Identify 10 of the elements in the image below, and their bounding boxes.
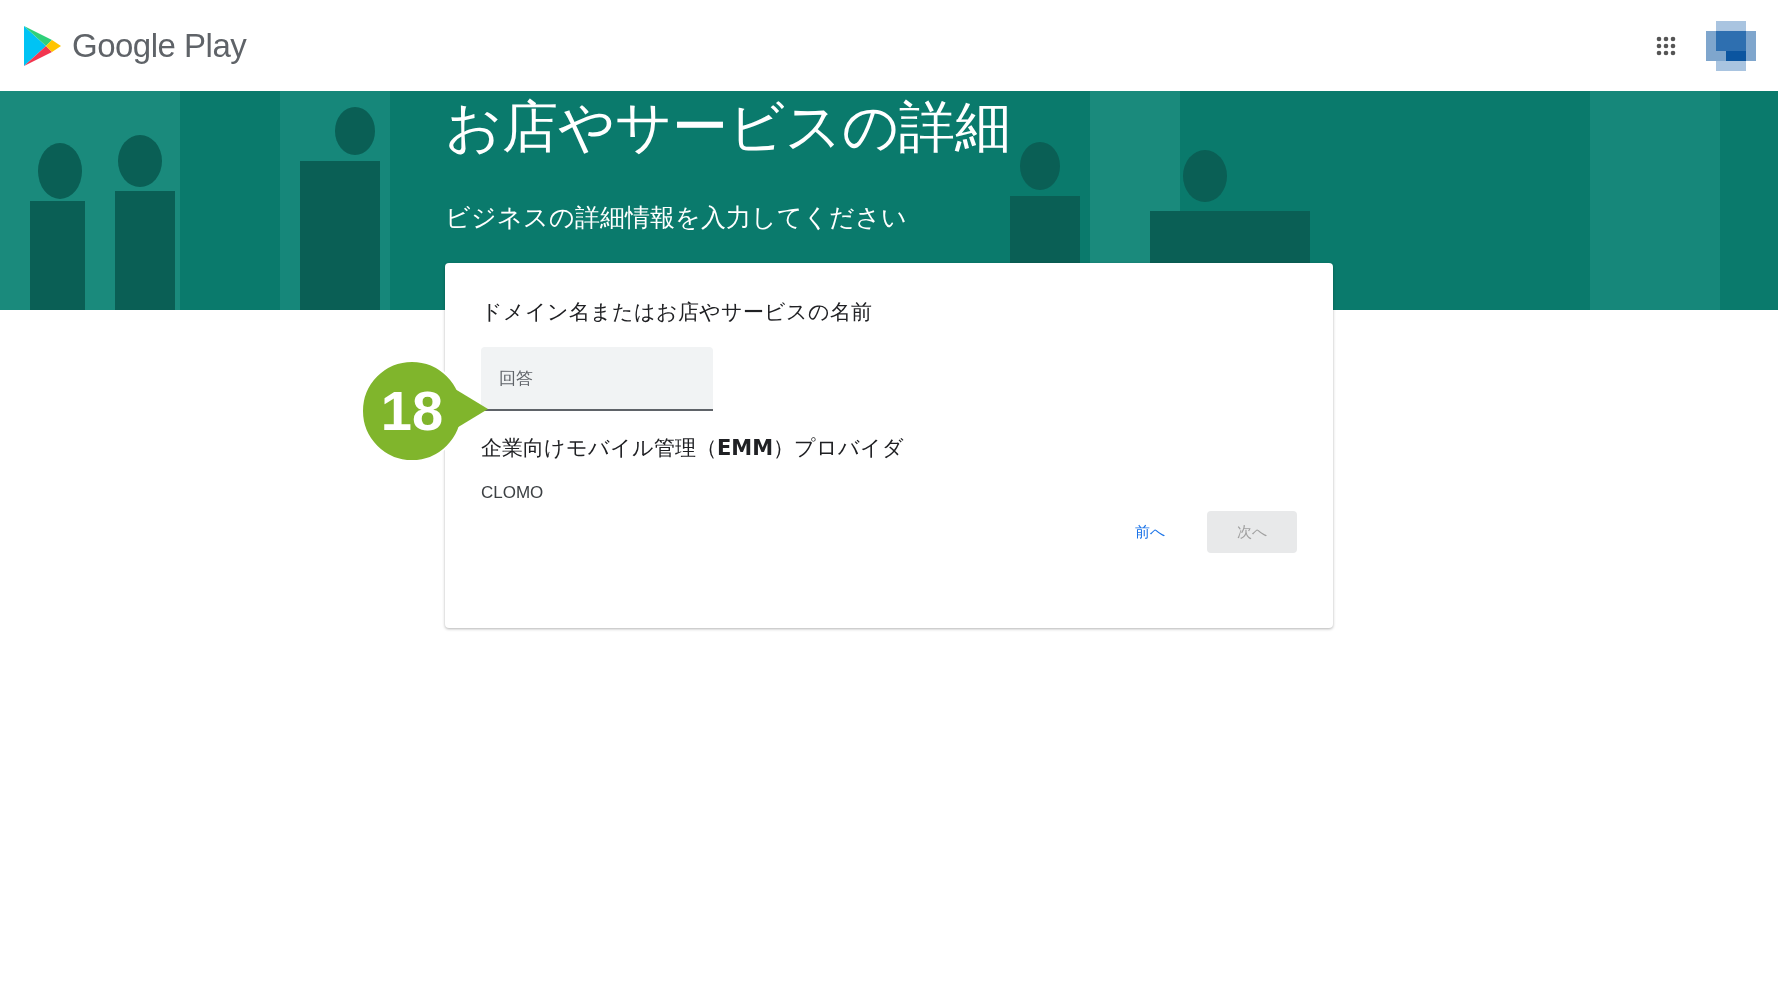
back-button[interactable]: 前へ — [1113, 511, 1187, 553]
avatar-icon[interactable] — [1706, 20, 1756, 71]
play-logo-icon — [22, 23, 62, 68]
logo-text[interactable]: Google Play — [72, 26, 247, 65]
answer-input-field[interactable]: 回答 — [481, 347, 713, 411]
answer-value: CLOMO — [481, 483, 545, 503]
page-title: お店やサービスの詳細 — [445, 93, 1012, 161]
apps-grid-icon[interactable] — [1656, 35, 1676, 56]
page-subtitle: ビジネスの詳細情報を入力してください — [445, 202, 908, 234]
question-label: ドメイン名またはお店やサービスの名前 — [481, 299, 873, 326]
